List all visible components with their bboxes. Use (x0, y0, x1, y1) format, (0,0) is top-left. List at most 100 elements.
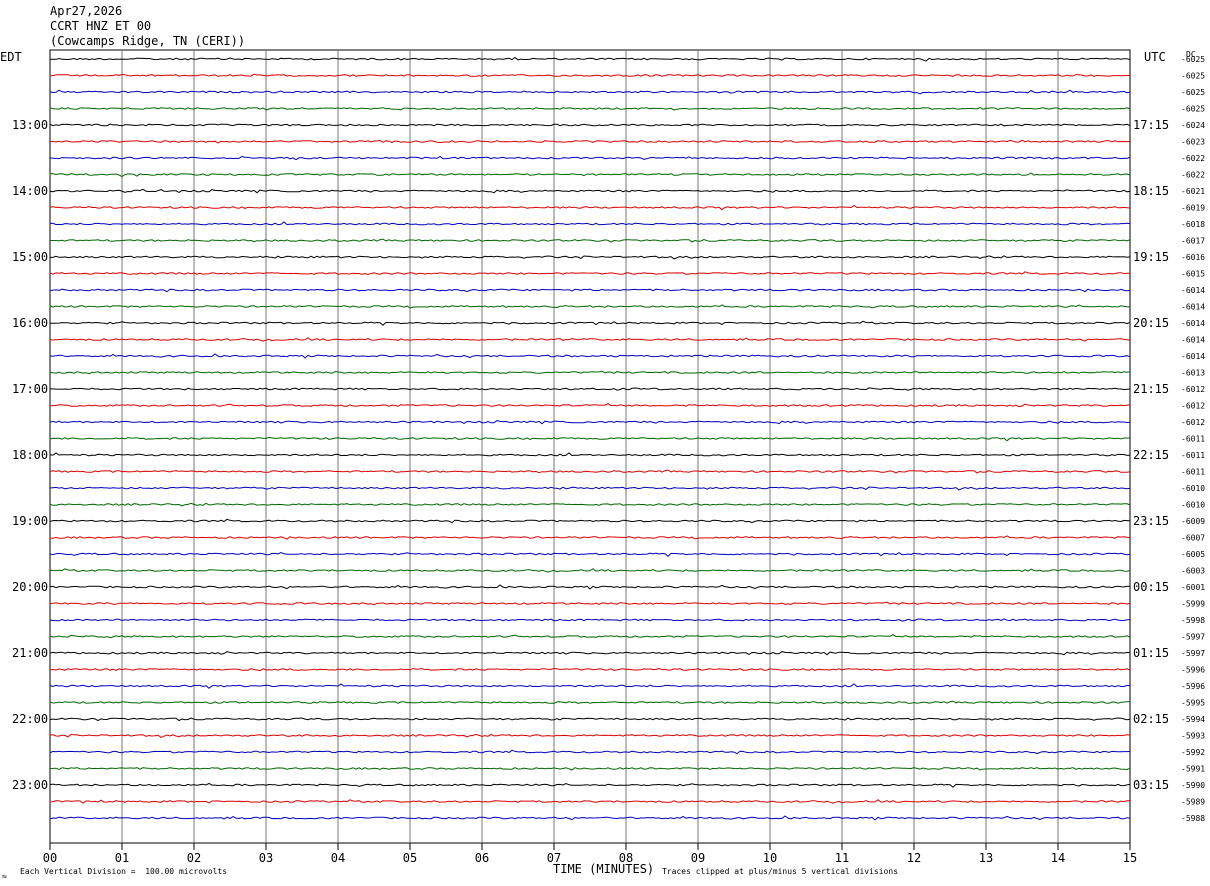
dc-offset-label: -6013 (1181, 369, 1205, 378)
dc-offset-label: -6003 (1181, 567, 1205, 576)
edt-hour-label: 15:00 (12, 250, 48, 264)
edt-hour-label: 20:00 (12, 580, 48, 594)
seismic-trace (49, 502, 1131, 507)
dc-offset-label: -6015 (1181, 270, 1205, 279)
utc-hour-label: 18:15 (1133, 184, 1169, 198)
seismic-trace (49, 420, 1131, 425)
utc-hour-label: 22:15 (1133, 448, 1169, 462)
seismic-trace (49, 700, 1131, 705)
corner-mark: ≈ (2, 872, 7, 881)
edt-hour-label: 18:00 (12, 448, 48, 462)
dc-offset-label: -6025 (1181, 55, 1205, 64)
seismic-trace (49, 469, 1131, 474)
seismogram-plot: 00 01 02 03 04 05 06 07 08 09 10 11 12 13 14 15-6025-60… (12, 49, 1205, 865)
x-tick-label: 00 (43, 851, 57, 865)
dc-offset-label: -5988 (1181, 814, 1205, 823)
dc-offset-label: -6023 (1181, 138, 1205, 147)
seismic-trace (49, 551, 1131, 557)
utc-hour-label: 03:15 (1133, 778, 1169, 792)
seismic-trace (49, 518, 1131, 524)
dc-offset-label: -6014 (1181, 352, 1205, 361)
dc-offset-label: -5995 (1181, 699, 1205, 708)
utc-hour-label: 02:15 (1133, 712, 1169, 726)
dc-offset-label: -5998 (1181, 616, 1205, 625)
dc-offset-label: -5993 (1181, 732, 1205, 741)
seismic-trace (49, 815, 1131, 821)
edt-hour-label: 22:00 (12, 712, 48, 726)
seismic-trace (49, 601, 1131, 606)
seismic-trace (49, 255, 1131, 260)
dc-offset-label: -6009 (1181, 517, 1205, 526)
edt-hour-label: 17:00 (12, 382, 48, 396)
seismic-trace (49, 436, 1131, 442)
seismic-trace (49, 155, 1131, 161)
dc-offset-label: -6001 (1181, 583, 1205, 592)
dc-offset-label: -6011 (1181, 468, 1205, 477)
dc-offset-label: -6025 (1181, 88, 1205, 97)
edt-hour-label: 23:00 (12, 778, 48, 792)
dc-offset-label: -5996 (1181, 666, 1205, 675)
seismic-trace (49, 749, 1131, 755)
seismic-trace (49, 452, 1131, 457)
seismic-trace (49, 271, 1130, 275)
dc-offset-label: -6016 (1181, 253, 1205, 262)
edt-hour-label: 16:00 (12, 316, 48, 330)
dc-offset-label: -5991 (1181, 765, 1205, 774)
seismic-trace (49, 799, 1130, 804)
x-tick-label: 05 (403, 851, 417, 865)
dc-offset-label: -6022 (1181, 154, 1205, 163)
utc-hour-label: 23:15 (1133, 514, 1169, 528)
dc-offset-label: -6012 (1181, 402, 1205, 411)
dc-offset-label: -6012 (1181, 418, 1205, 427)
dc-offset-label: -6010 (1181, 484, 1205, 493)
x-tick-label: 09 (691, 851, 705, 865)
seismic-trace (49, 320, 1131, 326)
seismic-trace (49, 733, 1131, 738)
seismic-trace (49, 89, 1131, 95)
dc-offset-label: -6017 (1181, 237, 1205, 246)
dc-offset-label: -6024 (1181, 121, 1205, 130)
edt-hour-label: 21:00 (12, 646, 48, 660)
seismic-trace (49, 486, 1131, 491)
seismic-trace (49, 204, 1131, 211)
seismic-trace (49, 304, 1131, 309)
dc-offset-label: -6014 (1181, 303, 1205, 312)
seismic-trace (49, 56, 1131, 62)
seismic-trace (49, 568, 1131, 573)
seismic-trace (49, 353, 1131, 359)
x-tick-label: 15 (1123, 851, 1137, 865)
dc-offset-label: -6018 (1181, 220, 1205, 229)
seismic-trace (50, 238, 1131, 243)
seismic-trace (49, 535, 1131, 540)
dc-offset-label: -6022 (1181, 171, 1205, 180)
dc-offset-label: -6012 (1181, 385, 1205, 394)
seismic-trace (49, 683, 1131, 689)
x-tick-label: 13 (979, 851, 993, 865)
utc-hour-label: 20:15 (1133, 316, 1169, 330)
clip-note: Traces clipped at plus/minus 5 vertical … (662, 867, 899, 876)
seismic-trace (49, 172, 1131, 178)
seismic-trace (49, 337, 1131, 342)
x-tick-label: 14 (1051, 851, 1065, 865)
x-tick-label: 03 (259, 851, 273, 865)
seismic-trace (49, 106, 1131, 111)
dc-offset-label: -6011 (1181, 451, 1205, 460)
seismic-trace (49, 221, 1131, 226)
edt-hour-label: 13:00 (12, 118, 48, 132)
dc-offset-label: -6007 (1181, 534, 1205, 543)
dc-offset-label: -6010 (1181, 501, 1205, 510)
utc-hour-label: 21:15 (1133, 382, 1169, 396)
utc-hour-label: 00:15 (1133, 580, 1169, 594)
x-tick-label: 01 (115, 851, 129, 865)
dc-offset-label: -5989 (1181, 798, 1205, 807)
dc-offset-label: -6021 (1181, 187, 1205, 196)
dc-offset-label: -6005 (1181, 550, 1205, 559)
dc-offset-label: -5997 (1181, 633, 1205, 642)
edt-hour-label: 19:00 (12, 514, 48, 528)
utc-hour-label: 17:15 (1133, 118, 1169, 132)
dc-offset-label: -5992 (1181, 748, 1205, 757)
seismic-trace (49, 584, 1130, 590)
dc-offset-label: -5999 (1181, 600, 1205, 609)
seismic-trace (49, 717, 1131, 722)
dc-offset-label: -5990 (1181, 781, 1205, 790)
